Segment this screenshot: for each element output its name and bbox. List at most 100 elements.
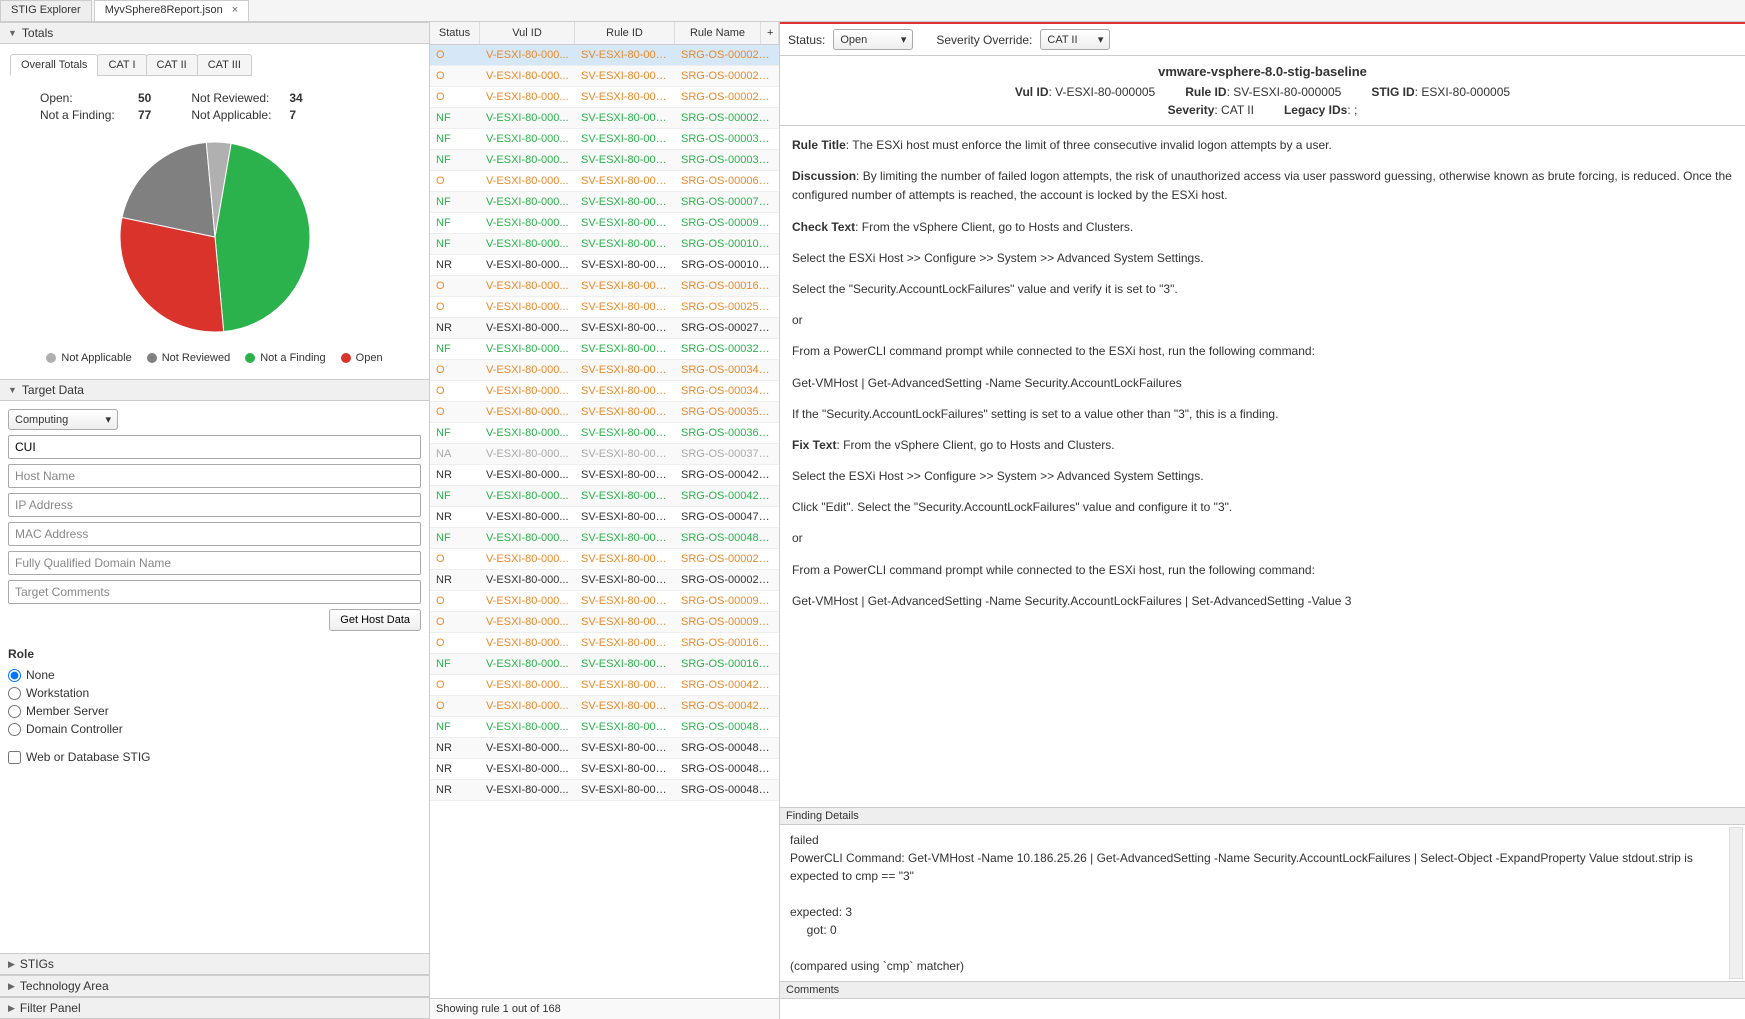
host-name-field[interactable] [8, 464, 421, 488]
discussion-text: : By limiting the number of failed logon… [792, 169, 1732, 202]
mac-address-field[interactable] [8, 522, 421, 546]
status-cell: NR [430, 322, 480, 334]
table-row[interactable]: NFV-ESXI-80-000...SV-ESXI-80-000...SRG-O… [430, 213, 779, 234]
table-row[interactable]: NRV-ESXI-80-000...SV-ESXI-80-000...SRG-O… [430, 759, 779, 780]
table-row[interactable]: NFV-ESXI-80-000...SV-ESXI-80-000...SRG-O… [430, 528, 779, 549]
scrollbar[interactable] [1729, 827, 1743, 979]
finding-details-box[interactable]: failed PowerCLI Command: Get-VMHost -Nam… [780, 825, 1745, 981]
rule-id-cell: SV-ESXI-80-000... [575, 679, 675, 691]
rule-name-cell: SRG-OS-000425-... [675, 490, 779, 502]
table-row[interactable]: NFV-ESXI-80-000...SV-ESXI-80-000...SRG-O… [430, 192, 779, 213]
table-row[interactable]: NFV-ESXI-80-000...SV-ESXI-80-000...SRG-O… [430, 150, 779, 171]
chevron-down-icon: ▾ [105, 413, 111, 426]
table-row[interactable]: OV-ESXI-80-000...SV-ESXI-80-000...SRG-OS… [430, 591, 779, 612]
col-vul-id[interactable]: Vul ID [480, 22, 575, 44]
rule-id-cell: SV-ESXI-80-000... [575, 385, 675, 397]
vul-id-cell: V-ESXI-80-000... [480, 574, 575, 586]
role-member-server[interactable]: Member Server [8, 702, 421, 720]
ip-address-field[interactable] [8, 493, 421, 517]
table-row[interactable]: NFV-ESXI-80-000...SV-ESXI-80-000...SRG-O… [430, 339, 779, 360]
table-row[interactable]: NRV-ESXI-80-000...SV-ESXI-80-000...SRG-O… [430, 318, 779, 339]
totals-header[interactable]: ▼ Totals [0, 22, 429, 44]
rule-name-cell: SRG-OS-000095-... [675, 217, 779, 229]
table-row[interactable]: NFV-ESXI-80-000...SV-ESXI-80-000...SRG-O… [430, 129, 779, 150]
tab-stig-explorer[interactable]: STIG Explorer [0, 0, 92, 21]
table-row[interactable]: OV-ESXI-80-000...SV-ESXI-80-000...SRG-OS… [430, 171, 779, 192]
table-row[interactable]: NFV-ESXI-80-000...SV-ESXI-80-000...SRG-O… [430, 654, 779, 675]
rule-id-cell: SV-ESXI-80-000... [575, 133, 675, 145]
tab-report-file[interactable]: MyvSphere8Report.json × [94, 0, 250, 21]
table-row[interactable]: NFV-ESXI-80-000...SV-ESXI-80-000...SRG-O… [430, 717, 779, 738]
close-icon[interactable]: × [232, 4, 238, 16]
role-none[interactable]: None [8, 666, 421, 684]
status-dropdown[interactable]: Open▾ [833, 29, 913, 50]
table-row[interactable]: NFV-ESXI-80-000...SV-ESXI-80-000...SRG-O… [430, 108, 779, 129]
table-row[interactable]: OV-ESXI-80-000...SV-ESXI-80-000...SRG-OS… [430, 549, 779, 570]
table-row[interactable]: NRV-ESXI-80-000...SV-ESXI-80-000...SRG-O… [430, 570, 779, 591]
rule-id-cell: SV-ESXI-80-000... [575, 553, 675, 565]
rule-id-cell: SV-ESXI-80-000... [575, 574, 675, 586]
cui-field[interactable] [8, 435, 421, 459]
table-row[interactable]: OV-ESXI-80-000...SV-ESXI-80-000...SRG-OS… [430, 675, 779, 696]
status-cell: O [430, 175, 480, 187]
table-row[interactable]: OV-ESXI-80-000...SV-ESXI-80-000...SRG-OS… [430, 87, 779, 108]
computing-dropdown[interactable]: Computing ▾ [8, 409, 118, 430]
table-row[interactable]: OV-ESXI-80-000...SV-ESXI-80-000...SRG-OS… [430, 66, 779, 87]
role-workstation[interactable]: Workstation [8, 684, 421, 702]
table-row[interactable]: NAV-ESXI-80-000...SV-ESXI-80-000...SRG-O… [430, 444, 779, 465]
severity-override-dropdown[interactable]: CAT II▾ [1040, 29, 1110, 50]
nf-count: 77 [138, 108, 151, 122]
table-row[interactable]: OV-ESXI-80-000...SV-ESXI-80-000...SRG-OS… [430, 297, 779, 318]
sub-tab-cat2[interactable]: CAT II [146, 54, 198, 76]
status-cell: NF [430, 133, 480, 145]
get-host-data-button[interactable]: Get Host Data [329, 609, 421, 631]
web-db-stig-checkbox[interactable]: Web or Database STIG [8, 748, 421, 766]
table-row[interactable]: OV-ESXI-80-000...SV-ESXI-80-000...SRG-OS… [430, 276, 779, 297]
status-cell: NF [430, 112, 480, 124]
table-row[interactable]: OV-ESXI-80-000...SV-ESXI-80-000...SRG-OS… [430, 696, 779, 717]
table-row[interactable]: OV-ESXI-80-000...SV-ESXI-80-000...SRG-OS… [430, 402, 779, 423]
table-row[interactable]: NRV-ESXI-80-000...SV-ESXI-80-000...SRG-O… [430, 738, 779, 759]
vul-id-cell: V-ESXI-80-000... [480, 154, 575, 166]
table-row[interactable]: NRV-ESXI-80-000...SV-ESXI-80-000...SRG-O… [430, 255, 779, 276]
status-cell: O [430, 70, 480, 82]
file-tabs: STIG Explorer MyvSphere8Report.json × [0, 0, 1745, 22]
stigs-header[interactable]: ▶STIGs [0, 953, 429, 975]
rule-detail-body[interactable]: Rule Title: The ESXi host must enforce t… [780, 125, 1745, 807]
rule-id-cell: SV-ESXI-80-000... [575, 511, 675, 523]
table-row[interactable]: OV-ESXI-80-000...SV-ESXI-80-000...SRG-OS… [430, 381, 779, 402]
role-domain-controller[interactable]: Domain Controller [8, 720, 421, 738]
sub-tab-cat1[interactable]: CAT I [97, 54, 146, 76]
rule-id-cell: SV-ESXI-80-000... [575, 49, 675, 61]
table-row[interactable]: NFV-ESXI-80-000...SV-ESXI-80-000...SRG-O… [430, 234, 779, 255]
table-row[interactable]: OV-ESXI-80-000...SV-ESXI-80-000...SRG-OS… [430, 612, 779, 633]
col-rule-name[interactable]: Rule Name [675, 22, 761, 44]
table-row[interactable]: OV-ESXI-80-000...SV-ESXI-80-000...SRG-OS… [430, 633, 779, 654]
vul-id-cell: V-ESXI-80-000... [480, 49, 575, 61]
sub-tab-overall[interactable]: Overall Totals [10, 54, 98, 76]
table-row[interactable]: NRV-ESXI-80-000...SV-ESXI-80-000...SRG-O… [430, 507, 779, 528]
col-status[interactable]: Status [430, 22, 480, 44]
status-cell: NF [430, 721, 480, 733]
chevron-right-icon: ▶ [8, 1003, 15, 1014]
technology-area-header[interactable]: ▶Technology Area [0, 975, 429, 997]
fqdn-field[interactable] [8, 551, 421, 575]
col-rule-id[interactable]: Rule ID [575, 22, 675, 44]
nr-label: Not Reviewed: [191, 91, 281, 105]
table-row[interactable]: NFV-ESXI-80-000...SV-ESXI-80-000...SRG-O… [430, 423, 779, 444]
status-cell: O [430, 553, 480, 565]
table-row[interactable]: NRV-ESXI-80-000...SV-ESXI-80-000...SRG-O… [430, 780, 779, 801]
add-column-button[interactable]: + [761, 22, 779, 44]
rule-id-cell: SV-ESXI-80-000... [575, 217, 675, 229]
rule-id-cell: SV-ESXI-80-000... [575, 175, 675, 187]
table-row[interactable]: NFV-ESXI-80-000...SV-ESXI-80-000...SRG-O… [430, 486, 779, 507]
target-data-header[interactable]: ▼ Target Data [0, 379, 429, 401]
comments-box[interactable] [780, 999, 1745, 1019]
table-row[interactable]: OV-ESXI-80-000...SV-ESXI-80-000...SRG-OS… [430, 45, 779, 66]
table-row[interactable]: OV-ESXI-80-000...SV-ESXI-80-000...SRG-OS… [430, 360, 779, 381]
table-row[interactable]: NRV-ESXI-80-000...SV-ESXI-80-000...SRG-O… [430, 465, 779, 486]
target-comments-field[interactable] [8, 580, 421, 604]
filter-panel-header[interactable]: ▶Filter Panel [0, 997, 429, 1019]
sub-tab-cat3[interactable]: CAT III [197, 54, 252, 76]
vul-id-cell: V-ESXI-80-000... [480, 763, 575, 775]
